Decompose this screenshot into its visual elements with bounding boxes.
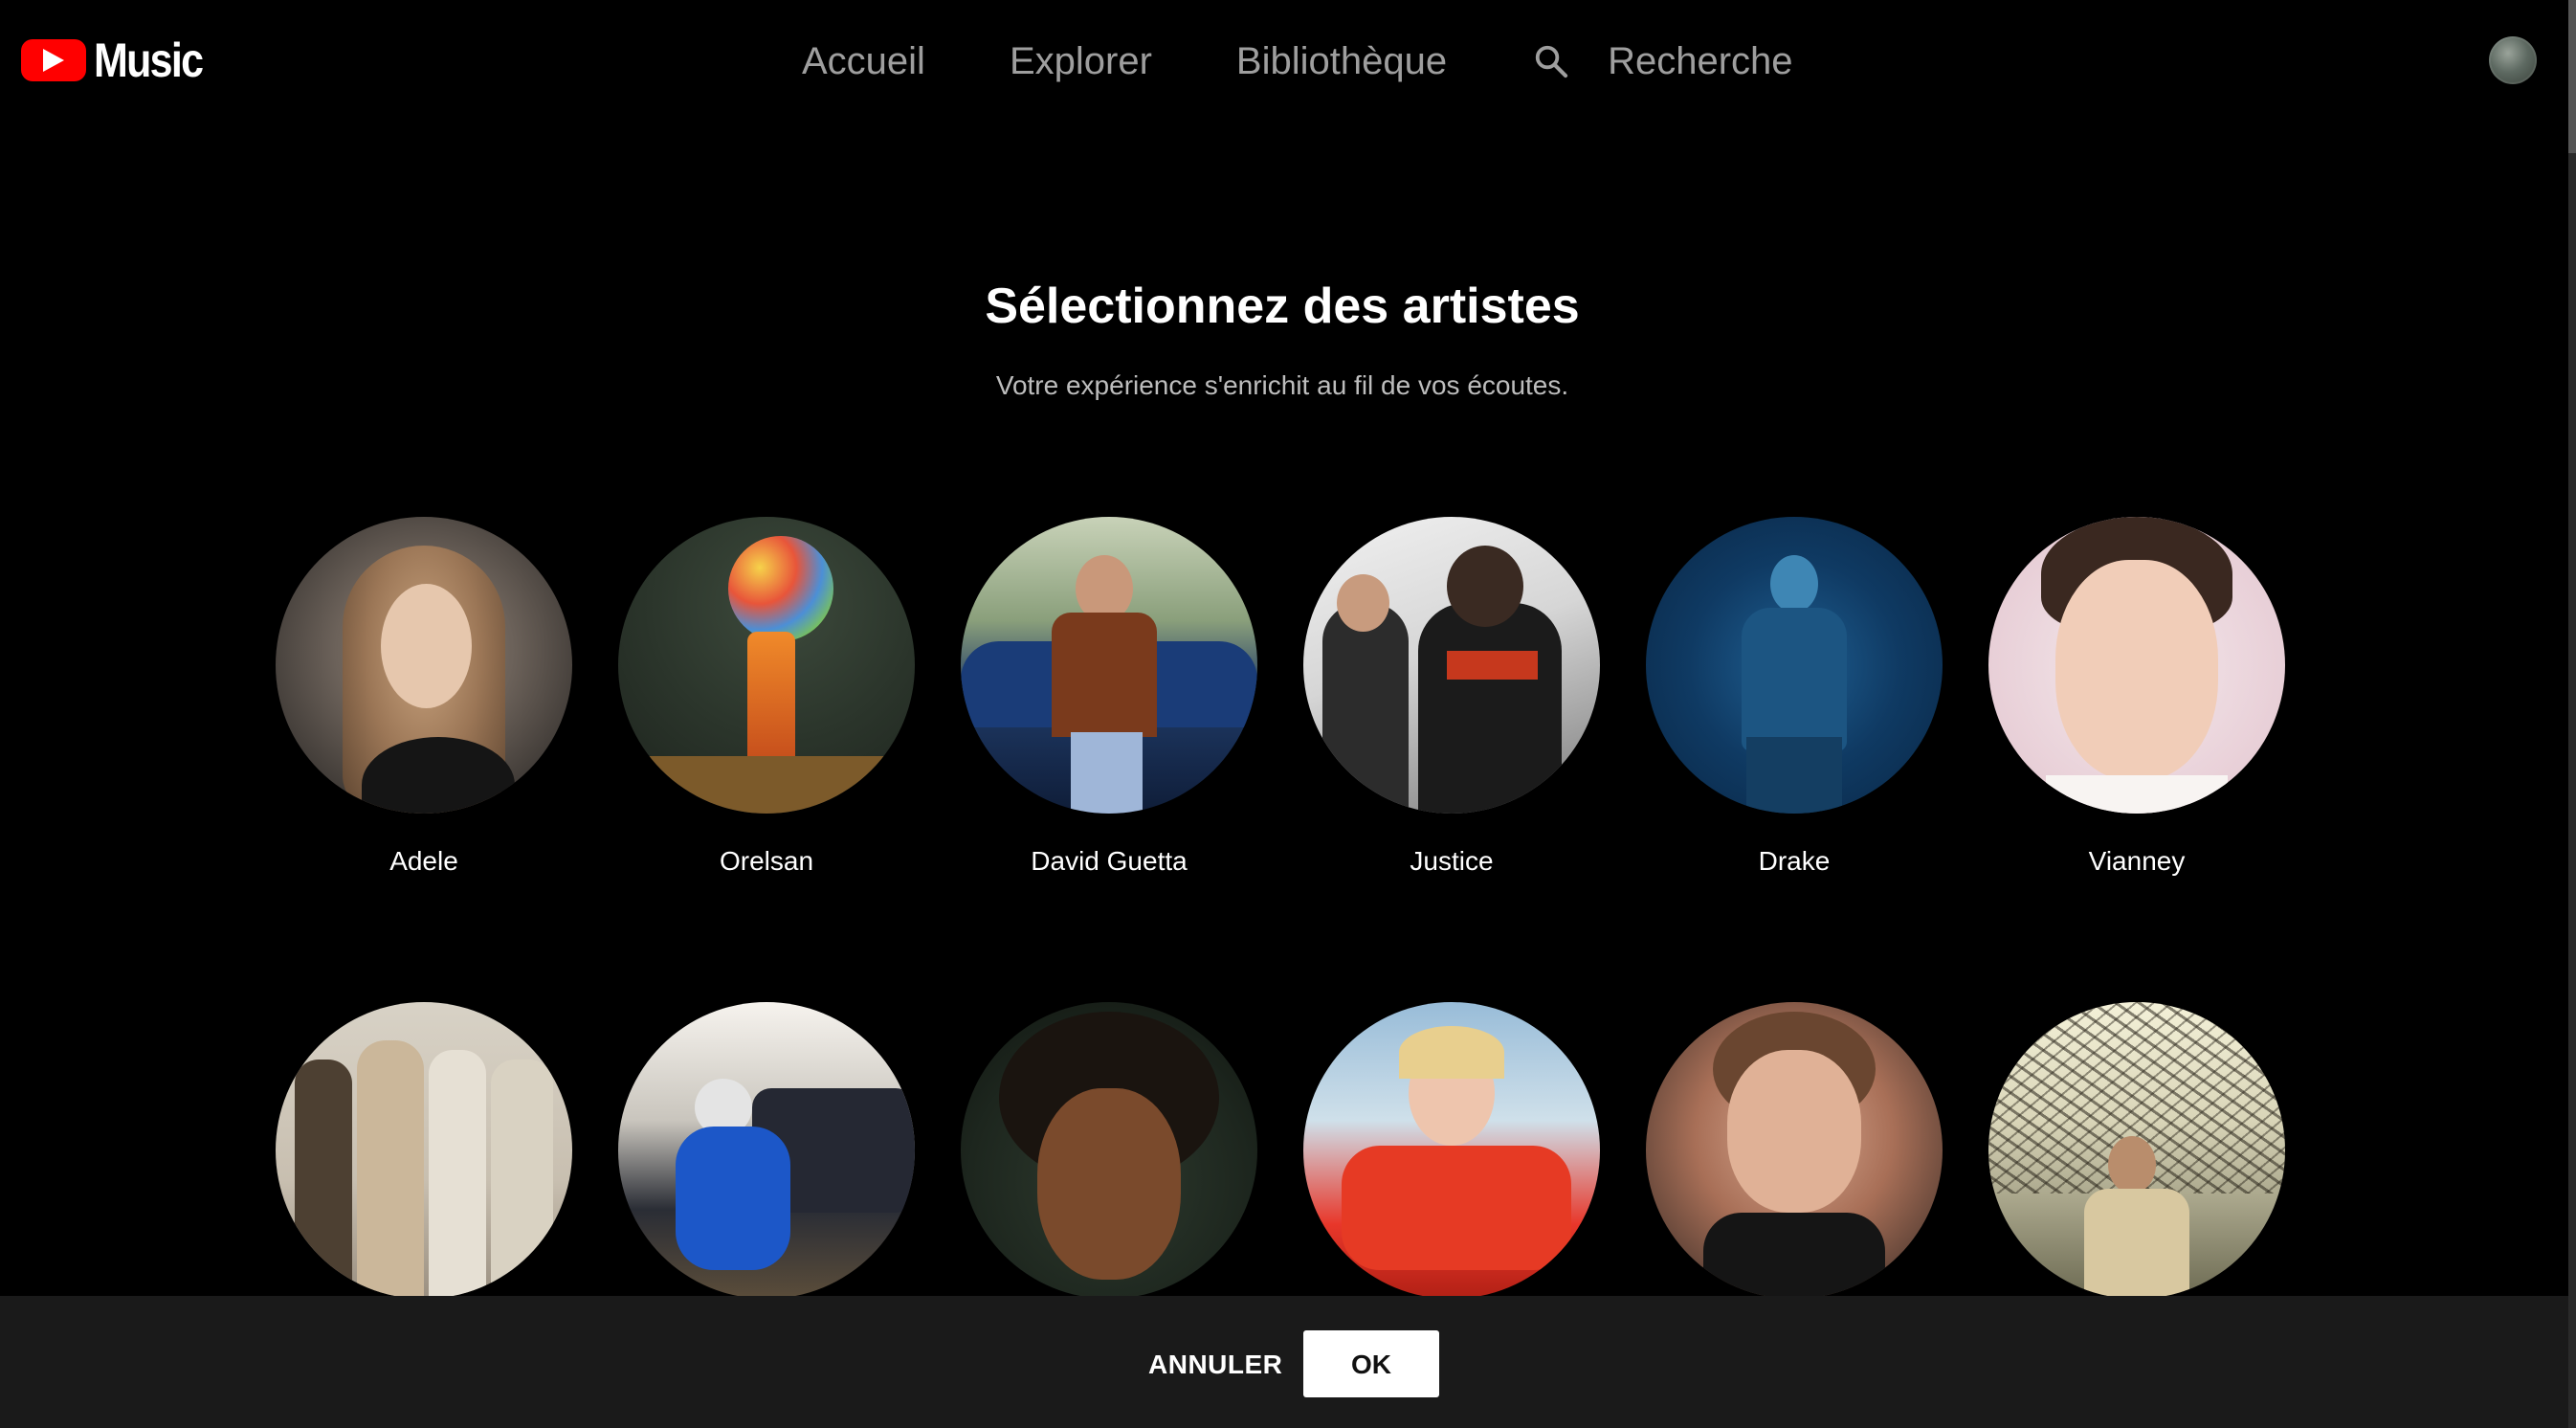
artist-photo (1646, 1002, 1943, 1299)
artist-card-adele[interactable]: Adele (276, 517, 572, 879)
ok-button[interactable]: OK (1303, 1330, 1439, 1397)
artist-photo (1303, 1002, 1600, 1299)
search-button[interactable]: Recherche (1531, 34, 1793, 88)
artist-name: David Guetta (1031, 846, 1188, 876)
artist-photo (618, 1002, 915, 1299)
artist-photo (1646, 517, 1943, 814)
artist-card-justice[interactable]: Justice (1303, 517, 1600, 879)
artist-name: Vianney (2088, 846, 2186, 876)
artist-photo (1988, 1002, 2285, 1299)
artist-photo (1988, 517, 2285, 814)
search-label: Recherche (1608, 40, 1793, 82)
page-subtitle: Votre expérience s'enrichit au fil de vo… (995, 370, 1569, 400)
scrollbar-thumb[interactable] (2568, 0, 2576, 153)
artist-card-row2-5[interactable] (1646, 1002, 1943, 1329)
artist-name: Orelsan (719, 846, 814, 876)
page-scrollbar[interactable] (2568, 0, 2576, 1428)
cancel-button[interactable]: ANNULER (1139, 1338, 1292, 1392)
artist-photo (961, 517, 1257, 814)
artist-card-drake[interactable]: Drake (1646, 517, 1943, 879)
account-avatar[interactable] (2489, 36, 2537, 84)
page: Music Accueil Explorer Bibliothèque Rech… (0, 0, 2576, 1428)
youtube-play-icon (21, 39, 86, 81)
artist-card-row2-6[interactable] (1988, 1002, 2285, 1329)
artist-card-david-guetta[interactable]: David Guetta (961, 517, 1257, 879)
artist-photo (276, 517, 572, 814)
artist-name: Adele (389, 846, 458, 876)
top-navigation-bar: Music Accueil Explorer Bibliothèque Rech… (0, 0, 2576, 124)
page-title: Sélectionnez des artistes (985, 279, 1580, 334)
artist-name: Justice (1410, 846, 1494, 876)
artist-photo (1303, 517, 1600, 814)
page-heading: Sélectionnez des artistes Votre expérien… (0, 273, 2565, 403)
main-navigation: Accueil Explorer Bibliothèque Recherche (802, 34, 1793, 88)
artist-photo (618, 517, 915, 814)
bottom-action-bar: ANNULER OK (0, 1296, 2568, 1428)
artist-card-orelsan[interactable]: Orelsan (618, 517, 915, 879)
search-icon (1531, 41, 1571, 81)
youtube-music-logo[interactable]: Music (21, 36, 220, 84)
artist-card-row2-2[interactable] (618, 1002, 915, 1329)
artist-photo (961, 1002, 1257, 1299)
nav-item-accueil[interactable]: Accueil (802, 34, 925, 88)
nav-item-bibliotheque[interactable]: Bibliothèque (1236, 34, 1447, 88)
artist-card-row2-4[interactable] (1303, 1002, 1600, 1329)
logo-text: Music (94, 33, 204, 87)
nav-item-explorer[interactable]: Explorer (1010, 34, 1152, 88)
artist-photo (276, 1002, 572, 1299)
artist-card-vianney[interactable]: Vianney (1988, 517, 2285, 879)
artist-name: Drake (1758, 846, 1831, 876)
artist-card-row2-3[interactable] (961, 1002, 1257, 1329)
artist-card-row2-1[interactable] (276, 1002, 572, 1329)
